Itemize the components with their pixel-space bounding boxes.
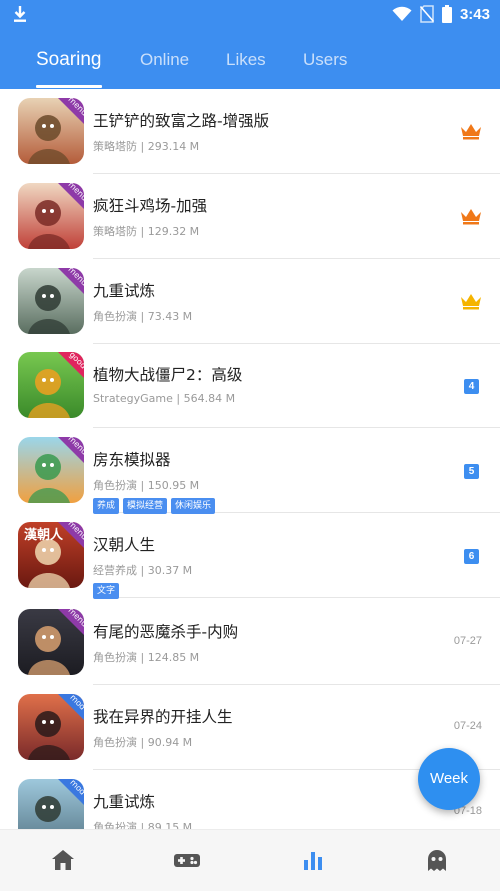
app-icon-art: menu (18, 437, 84, 503)
app-meta: 策略塔防 | 293.14 M (93, 140, 200, 153)
rank-badge: 4 (464, 379, 479, 394)
app-meta: 角色扮演 | 124.85 M (93, 651, 200, 664)
app-list[interactable]: menu 王铲铲的致富之路-增强版 策略塔防 | 293.14 M menu 疯… (0, 89, 500, 829)
app-name: 植物大战僵尸2：高级 (93, 366, 243, 384)
download-icon (14, 6, 26, 22)
battery-icon (441, 5, 452, 23)
app-icon-art: mod (18, 694, 84, 760)
app-icon-art: menu (18, 268, 84, 334)
app-icon[interactable]: good (18, 352, 84, 418)
app-name: 九重试炼 (93, 282, 156, 300)
app-row[interactable]: menu 有尾的恶魔杀手-内购 角色扮演 | 124.85 M 07-27 (0, 600, 500, 685)
app-meta: 角色扮演 | 150.95 M (93, 479, 200, 492)
status-time: 3:43 (459, 5, 490, 23)
app-meta: 策略塔防 | 129.32 M (93, 225, 200, 238)
app-tags: 文字 (93, 583, 120, 599)
app-tag[interactable]: 养成 (93, 498, 120, 514)
app-row[interactable]: menu 疯狂斗鸡场-加强 策略塔防 | 129.32 M (0, 174, 500, 259)
tab-soaring[interactable]: Soaring (36, 49, 102, 71)
app-row[interactable]: menu 九重试炼 角色扮演 | 73.43 M (0, 259, 500, 344)
chart-icon[interactable] (300, 847, 326, 873)
app-icon[interactable]: menu (18, 98, 84, 164)
status-bar: 3:43 (0, 0, 500, 30)
no-sim-icon (419, 5, 434, 23)
crown-icon (461, 209, 481, 225)
ghost-icon[interactable] (424, 847, 450, 873)
update-date: 07-27 (453, 635, 482, 647)
app-name: 房东模拟器 (93, 451, 171, 469)
app-meta: StrategyGame | 564.84 M (93, 392, 236, 405)
app-icon-art: menu (18, 183, 84, 249)
app-icon-art: menu (18, 98, 84, 164)
app-icon-art: 漢朝人 menu (18, 522, 84, 588)
app-meta: 角色扮演 | 90.94 M (93, 736, 193, 749)
app-icon[interactable]: menu (18, 183, 84, 249)
app-icon-text: 漢朝人 (24, 527, 64, 543)
app-name: 王铲铲的致富之路-增强版 (93, 112, 270, 130)
wifi-icon (392, 6, 412, 21)
bottom-nav (0, 829, 500, 891)
app-meta: 角色扮演 | 73.43 M (93, 310, 193, 323)
app-tags: 养成 模拟经营 休闲娱乐 (93, 498, 216, 514)
app-icon[interactable]: mod (18, 779, 84, 829)
row-divider (93, 597, 500, 598)
app-icon-art: menu (18, 609, 84, 675)
app-icon[interactable]: menu (18, 609, 84, 675)
tab-likes[interactable]: Likes (226, 50, 266, 70)
app-meta: 角色扮演 | 89.15 M (93, 821, 193, 829)
rank-badge: 5 (464, 464, 479, 479)
app-name: 汉朝人生 (93, 536, 156, 554)
app-row[interactable]: 漢朝人 menu 汉朝人生 经营养成 | 30.37 M 文字 6 (0, 513, 500, 599)
gamepad-icon[interactable] (172, 847, 202, 873)
app-header: 3:43 Soaring Online Likes Users (0, 0, 500, 89)
update-date: 07-24 (453, 720, 482, 732)
app-row[interactable]: menu 王铲铲的致富之路-增强版 策略塔防 | 293.14 M (0, 89, 500, 174)
rank-badge: 6 (464, 549, 479, 564)
crown-icon (461, 294, 481, 310)
app-name: 我在异界的开挂人生 (93, 708, 233, 726)
app-tag[interactable]: 模拟经营 (123, 498, 168, 514)
app-name: 有尾的恶魔杀手-内购 (93, 623, 239, 641)
tab-online[interactable]: Online (140, 50, 189, 70)
app-row[interactable]: menu 房东模拟器 角色扮演 | 150.95 M 养成 模拟经营 休闲娱乐 5 (0, 428, 500, 514)
crown-icon (461, 124, 481, 140)
app-icon[interactable]: mod (18, 694, 84, 760)
app-icon-art: good (18, 352, 84, 418)
tab-users[interactable]: Users (303, 50, 347, 70)
app-icon[interactable]: menu (18, 437, 84, 503)
app-icon[interactable]: 漢朝人 menu (18, 522, 84, 588)
app-icon-art: mod (18, 779, 84, 829)
app-tag[interactable]: 文字 (93, 583, 120, 599)
week-button[interactable]: Week (418, 748, 480, 810)
app-name: 九重试炼 (93, 793, 156, 811)
home-icon[interactable] (50, 847, 76, 873)
app-name: 疯狂斗鸡场-加强 (93, 197, 208, 215)
app-tag[interactable]: 休闲娱乐 (171, 498, 216, 514)
app-row[interactable]: good 植物大战僵尸2：高级 StrategyGame | 564.84 M … (0, 343, 500, 428)
tab-bar: Soaring Online Likes Users (0, 44, 500, 89)
app-meta: 经营养成 | 30.37 M (93, 564, 193, 577)
active-tab-indicator (36, 85, 102, 88)
app-icon[interactable]: menu (18, 268, 84, 334)
